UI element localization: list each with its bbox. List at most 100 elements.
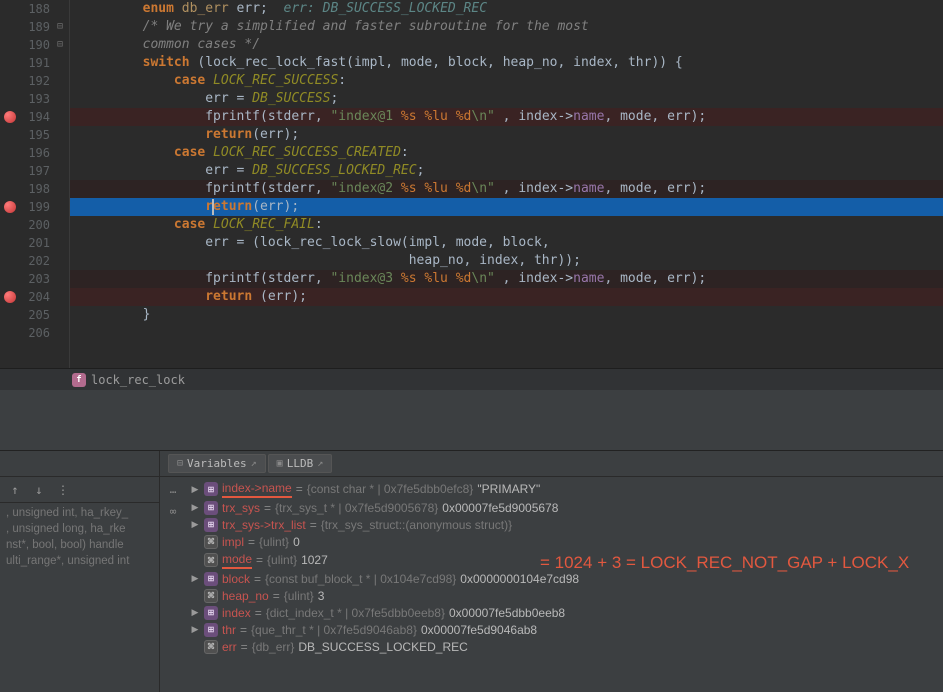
debug-panel: ↑ ↓ ⋮ , unsigned int, ha_rkey_, unsigned… xyxy=(0,450,943,692)
code-line[interactable]: case LOCK_REC_SUCCESS_CREATED: xyxy=(70,144,943,162)
gutter: 1881891901911921931941951961971981992002… xyxy=(0,0,56,368)
line-number: 195 xyxy=(20,126,50,144)
next-frame-icon[interactable]: ↓ xyxy=(30,481,48,499)
value-icon: ⌘ xyxy=(204,553,218,567)
expand-toggle-icon[interactable]: ▶ xyxy=(190,624,200,635)
variable-type: {ulint} xyxy=(259,535,289,549)
code-line[interactable]: heap_no, index, thr)); xyxy=(70,252,943,270)
expand-toggle-icon[interactable]: ▶ xyxy=(190,607,200,618)
breakpoint-icon[interactable] xyxy=(4,201,16,213)
function-icon: f xyxy=(72,373,86,387)
stack-frame[interactable]: , unsigned long, ha_rke xyxy=(0,521,159,537)
code-line[interactable]: return(err); xyxy=(70,126,943,144)
link-icon[interactable]: ∞ xyxy=(164,503,182,519)
line-number: 206 xyxy=(20,324,50,342)
tab-lldb[interactable]: ▣ LLDB ↗ xyxy=(268,454,333,473)
prev-frame-icon[interactable]: ↑ xyxy=(6,481,24,499)
unpin-icon: ↗ xyxy=(251,458,257,469)
code-line[interactable]: case LOCK_REC_FAIL: xyxy=(70,216,943,234)
fold-toggle-icon[interactable]: ⊟ xyxy=(57,40,67,50)
line-number: 204 xyxy=(20,288,50,306)
variable-name: impl xyxy=(222,535,244,549)
line-number: 189 xyxy=(20,18,50,36)
variable-value: 0x00007fe5dbb0eeb8 xyxy=(449,606,565,620)
code-line[interactable]: return (err); xyxy=(70,288,943,306)
stack-frame[interactable]: ulti_range*, unsigned int xyxy=(0,553,159,569)
code-line[interactable]: case LOCK_REC_SUCCESS: xyxy=(70,72,943,90)
frame-options-icon[interactable]: ⋮ xyxy=(54,481,72,499)
code-line[interactable]: fprintf(stderr, "index@1 %s %lu %d\n" , … xyxy=(70,108,943,126)
variable-name: thr xyxy=(222,623,236,637)
expand-toggle-icon[interactable]: ▶ xyxy=(190,573,200,584)
code-line[interactable]: } xyxy=(70,306,943,324)
variable-name: block xyxy=(222,572,250,586)
code-line[interactable]: common cases */ xyxy=(70,36,943,54)
breadcrumb-bar: f lock_rec_lock xyxy=(0,368,943,390)
breadcrumb-function[interactable]: lock_rec_lock xyxy=(91,373,185,387)
stack-frames[interactable]: , unsigned int, ha_rkey_, unsigned long,… xyxy=(0,503,159,692)
line-number: 203 xyxy=(20,270,50,288)
code-line[interactable]: err = DB_SUCCESS_LOCKED_REC; xyxy=(70,162,943,180)
code-line[interactable] xyxy=(70,324,943,342)
variable-row[interactable]: ⌘heap_no = {ulint} 3 xyxy=(186,587,943,604)
code-line[interactable]: enum db_err err; err: DB_SUCCESS_LOCKED_… xyxy=(70,0,943,18)
code-line[interactable]: /* We try a simplified and faster subrou… xyxy=(70,18,943,36)
line-number: 193 xyxy=(20,90,50,108)
variables-tree[interactable]: = 1024 + 3 = LOCK_REC_NOT_GAP + LOCK_X ▶… xyxy=(186,477,943,692)
variable-value: 3 xyxy=(318,589,325,603)
code-line[interactable]: err = (lock_rec_lock_slow(impl, mode, bl… xyxy=(70,234,943,252)
variable-tabs-row: ⊟ Variables ↗ ▣ LLDB ↗ xyxy=(160,451,943,477)
breakpoint-icon[interactable] xyxy=(4,111,16,123)
code-line[interactable]: err = DB_SUCCESS; xyxy=(70,90,943,108)
variable-row[interactable]: ▶⊞thr = {que_thr_t * | 0x7fe5d9046ab8} 0… xyxy=(186,621,943,638)
variable-type: {const char * | 0x7fe5dbb0efc8} xyxy=(307,482,474,496)
line-number: 192 xyxy=(20,72,50,90)
variable-row[interactable]: ▶⊞trx_sys = {trx_sys_t * | 0x7fe5d900567… xyxy=(186,499,943,516)
variable-type: {db_err} xyxy=(252,640,295,654)
frames-toolbar: ↑ ↓ ⋮ xyxy=(0,477,159,503)
variable-type: {ulint} xyxy=(284,589,314,603)
variable-name: trx_sys xyxy=(222,501,260,515)
code-line[interactable]: return(err); xyxy=(70,198,943,216)
line-number: 191 xyxy=(20,54,50,72)
fold-column[interactable]: ⊟⊟ xyxy=(56,0,70,368)
variable-name: heap_no xyxy=(222,589,269,603)
add-watch-icon[interactable]: … xyxy=(164,481,182,497)
stack-frame[interactable]: , unsigned int, ha_rkey_ xyxy=(0,505,159,521)
code-line[interactable]: switch (lock_rec_lock_fast(impl, mode, b… xyxy=(70,54,943,72)
breakpoint-icon[interactable] xyxy=(4,291,16,303)
variable-value: 0x00007fe5d9046ab8 xyxy=(421,623,537,637)
variable-name: err xyxy=(222,640,237,654)
variable-row[interactable]: ▶⊞index->name = {const char * | 0x7fe5db… xyxy=(186,479,943,499)
expand-toggle-icon[interactable]: ▶ xyxy=(190,502,200,513)
code-line[interactable]: fprintf(stderr, "index@3 %s %lu %d\n" , … xyxy=(70,270,943,288)
variable-value: 1027 xyxy=(301,553,328,567)
variable-row[interactable]: ⌘impl = {ulint} 0 xyxy=(186,533,943,550)
value-icon: ⌘ xyxy=(204,589,218,603)
debug-left-column: ↑ ↓ ⋮ , unsigned int, ha_rkey_, unsigned… xyxy=(0,451,160,692)
variable-row[interactable]: ⌘mode = {ulint} 1027 xyxy=(186,550,943,570)
variable-value: 0 xyxy=(293,535,300,549)
variables-area: ⊟ Variables ↗ ▣ LLDB ↗ … ∞ = 1024 + 3 = … xyxy=(160,451,943,692)
panel-gap xyxy=(0,390,943,450)
line-number: 200 xyxy=(20,216,50,234)
stack-frame[interactable]: nst*, bool, bool) handle xyxy=(0,537,159,553)
variable-row[interactable]: ▶⊞trx_sys->trx_list = {trx_sys_struct::(… xyxy=(186,516,943,533)
code-line[interactable]: fprintf(stderr, "index@2 %s %lu %d\n" , … xyxy=(70,180,943,198)
code-area[interactable]: enum db_err err; err: DB_SUCCESS_LOCKED_… xyxy=(70,0,943,368)
struct-icon: ⊞ xyxy=(204,501,218,515)
variable-row[interactable]: ▶⊞block = {const buf_block_t * | 0x104e7… xyxy=(186,570,943,587)
tab-variables[interactable]: ⊟ Variables ↗ xyxy=(168,454,266,473)
fold-toggle-icon[interactable]: ⊟ xyxy=(57,22,67,32)
variable-row[interactable]: ⌘err = {db_err} DB_SUCCESS_LOCKED_REC xyxy=(186,638,943,655)
expand-toggle-icon[interactable]: ▶ xyxy=(190,519,200,530)
struct-icon: ⊞ xyxy=(204,482,218,496)
variable-type: {trx_sys_t * | 0x7fe5d9005678} xyxy=(275,501,438,515)
expand-toggle-icon[interactable]: ▶ xyxy=(190,484,200,495)
variable-row[interactable]: ▶⊞index = {dict_index_t * | 0x7fe5dbb0ee… xyxy=(186,604,943,621)
struct-icon: ⊞ xyxy=(204,606,218,620)
line-number: 198 xyxy=(20,180,50,198)
debug-tabs xyxy=(0,451,159,477)
value-icon: ⌘ xyxy=(204,535,218,549)
variable-type: {dict_index_t * | 0x7fe5dbb0eeb8} xyxy=(266,606,445,620)
